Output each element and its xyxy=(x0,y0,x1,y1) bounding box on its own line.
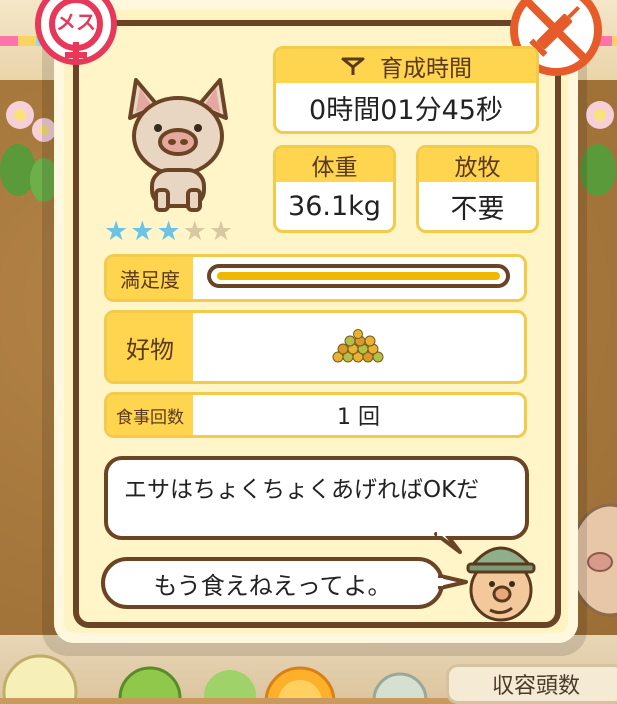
favorite-food-row: 好物 xyxy=(104,310,527,384)
capacity-label-text: 収容頭数 xyxy=(491,674,580,699)
weight-value: 36.1kg xyxy=(288,190,381,222)
timer-icon xyxy=(340,55,366,77)
rating-stars: ★ ★ ★ ★ ★ xyxy=(104,218,233,245)
satisfaction-bar xyxy=(207,264,510,288)
capacity-label[interactable]: 収容頭数 xyxy=(446,664,617,704)
gender-badge: メス xyxy=(34,0,118,66)
gender-label: メス xyxy=(56,10,96,34)
farmer-face-icon xyxy=(462,532,540,622)
pig-icon xyxy=(116,72,240,214)
meal-count-row: 食事回数 1 回 xyxy=(104,392,527,438)
growth-time-value: 0時間01分45秒 xyxy=(309,94,503,126)
grazing-box: 放牧 不要 xyxy=(416,145,539,233)
star-empty-icon: ★ xyxy=(182,216,207,247)
star-filled-icon: ★ xyxy=(104,216,129,247)
satisfaction-bar-fill xyxy=(217,272,500,280)
advice-bubble-tail xyxy=(434,532,462,556)
meal-count-value: 1 回 xyxy=(337,405,380,430)
growth-time-box: 育成時間 0時間01分45秒 xyxy=(273,46,539,134)
growth-time-header: 育成時間 xyxy=(276,49,536,83)
farmer-speech-bubble: もう食えねえってよ。 xyxy=(101,557,444,609)
advice-speech-bubble: エサはちょくちょくあげればOKだ xyxy=(104,456,529,540)
favorite-value xyxy=(193,313,524,381)
weight-box: 体重 36.1kg xyxy=(273,145,396,233)
weight-label: 体重 xyxy=(276,148,393,182)
satisfaction-row: 満足度 xyxy=(104,254,527,302)
farmer-speech-text: もう食えねえってよ。 xyxy=(153,571,392,600)
meal-count-label: 食事回数 xyxy=(107,395,193,435)
star-filled-icon: ★ xyxy=(156,216,181,247)
grazing-value: 不要 xyxy=(450,193,505,225)
star-filled-icon: ★ xyxy=(130,216,155,247)
growth-time-label: 育成時間 xyxy=(380,56,472,82)
feed-pellets-icon xyxy=(328,329,390,365)
star-empty-icon: ★ xyxy=(208,216,234,247)
favorite-label: 好物 xyxy=(107,313,193,381)
satisfaction-label: 満足度 xyxy=(107,257,193,299)
advice-text: エサはちょくちょくあげればOKだ xyxy=(124,477,480,503)
grazing-label: 放牧 xyxy=(419,148,536,182)
